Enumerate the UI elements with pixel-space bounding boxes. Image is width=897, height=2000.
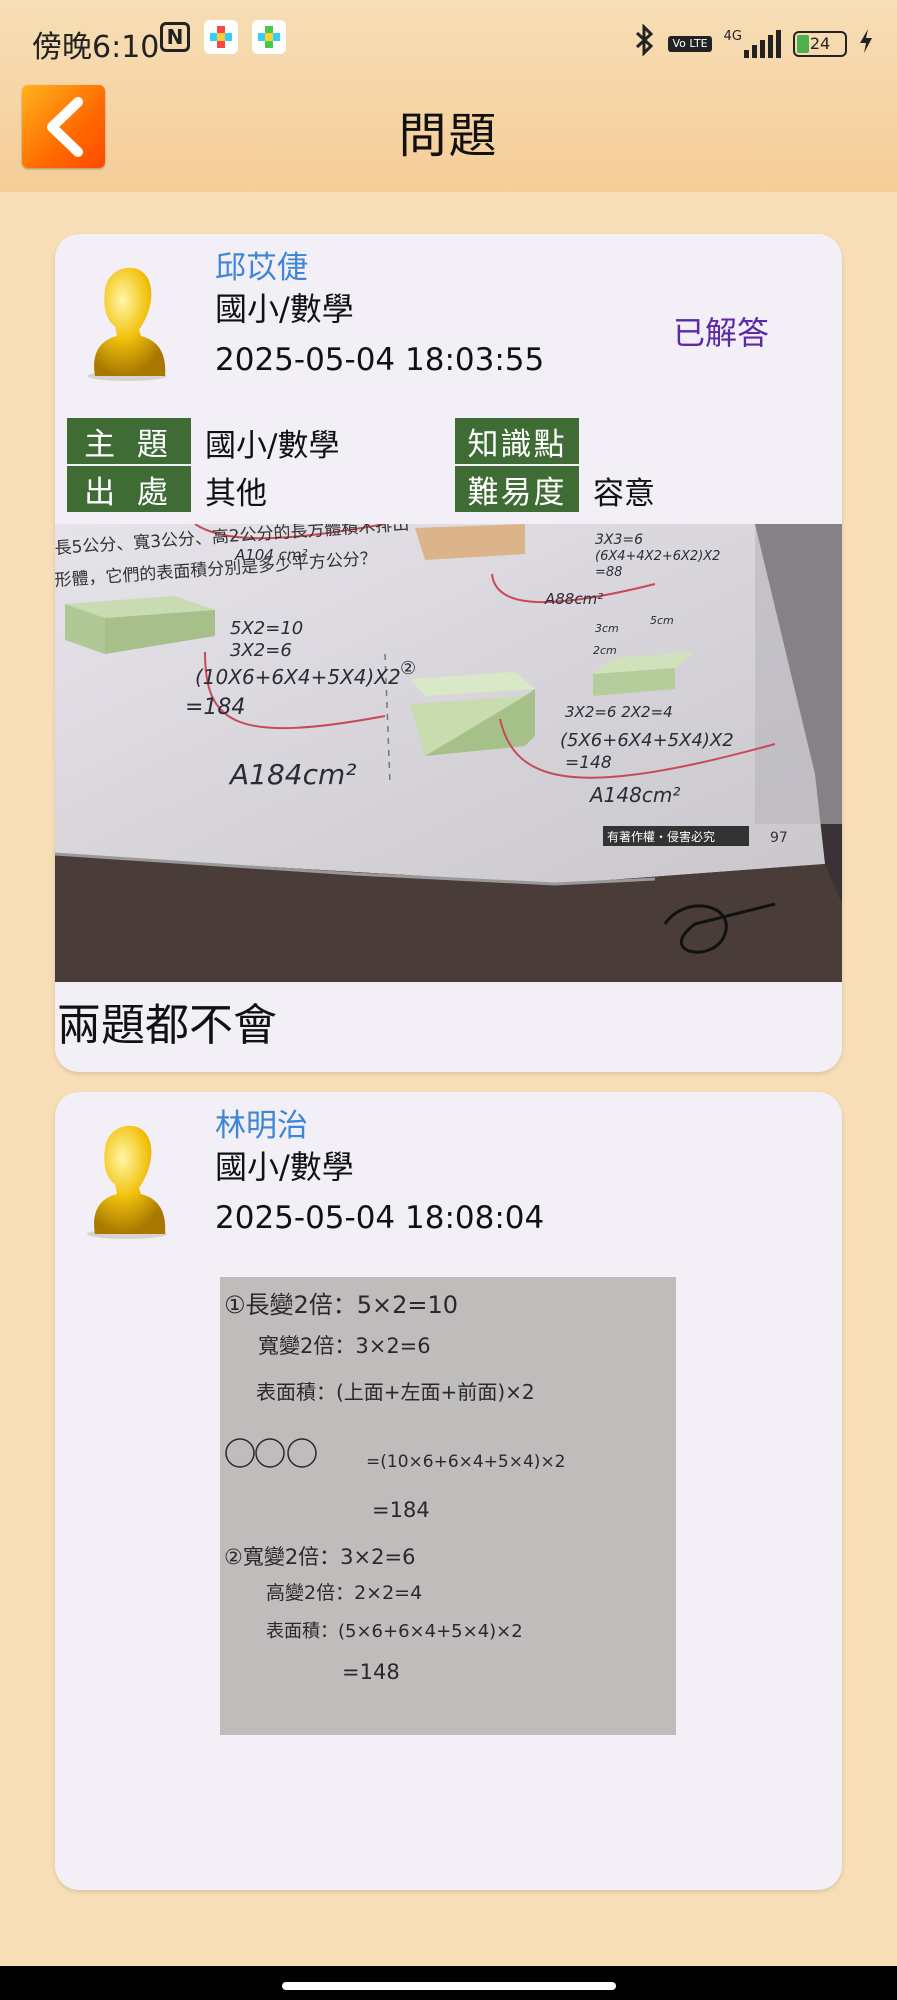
photo-handwriting: 表面積：(上面+左面+前面)×2 xyxy=(256,1380,535,1404)
photo-dimension: 2cm xyxy=(593,644,617,657)
bluetooth-icon xyxy=(634,23,656,63)
question-photo[interactable]: 長5公分、寬3公分、高2公分的長方體積木排出 形體，它們的表面積分別是多少平方公… xyxy=(55,524,842,982)
photo-handwriting: 3X3=6 xyxy=(595,532,643,548)
page-title: 問題 xyxy=(398,108,499,164)
source-tag-label: 出 處 xyxy=(67,466,191,512)
battery-icon: 24 xyxy=(793,30,847,57)
system-status-icons: Vo LTE 4G 24 xyxy=(634,23,873,63)
question-card[interactable]: 邱苡倢 國小/數學 2025-05-04 18:03:55 已解答 主 題 國小… xyxy=(55,234,842,1072)
photo-handwriting: =184 xyxy=(185,695,245,720)
photo-handwriting: ①長變2倍：5×2=10 xyxy=(224,1291,458,1319)
header-bar: 傍晚6:10 N Vo LTE 4G 24 問題 xyxy=(0,0,897,192)
network-type: 4G xyxy=(723,29,742,44)
notification-icons: N xyxy=(160,20,286,54)
photo-handwriting: (10X6+6X4+5X4)X2 xyxy=(195,665,401,689)
photo-handwriting: 3X2=6 2X2=4 xyxy=(565,703,673,721)
system-nav-bar xyxy=(0,1966,897,2000)
nfc-icon: N xyxy=(160,22,190,52)
subject: 國小/數學 xyxy=(215,290,354,328)
photo-handwriting: 高變2倍：2×2=4 xyxy=(266,1582,422,1604)
charging-icon xyxy=(859,28,873,59)
photo-handwriting: A184cm² xyxy=(228,758,357,791)
volte-icon: Vo LTE xyxy=(668,35,712,52)
photo-handwriting: =(10×6+6×4+5×4)×2 xyxy=(366,1452,566,1472)
author-name[interactable]: 林明治 xyxy=(215,1100,308,1145)
photo-handwriting: ②寬變2倍：3×2=6 xyxy=(224,1545,415,1569)
difficulty-tag-label: 難易度 xyxy=(455,466,579,512)
battery-level: 24 xyxy=(809,33,831,53)
photo-handwriting: 3X2=6 xyxy=(230,640,292,661)
photo-copyright: 有著作權・侵害必究 xyxy=(607,829,715,844)
photo-handwriting: =148 xyxy=(342,1660,400,1684)
app-notification-icon xyxy=(252,20,286,54)
topic-tag-value: 國小/數學 xyxy=(205,428,340,464)
photo-page-number: 97 xyxy=(770,830,788,846)
photo-handwriting: 寬變2倍：3×2=6 xyxy=(258,1334,431,1358)
photo-handwriting: A88cm² xyxy=(544,590,603,608)
home-indicator[interactable] xyxy=(282,1982,616,1990)
avatar xyxy=(87,1125,167,1239)
post-datetime: 2025-05-04 18:03:55 xyxy=(215,342,545,378)
post-datetime: 2025-05-04 18:08:04 xyxy=(215,1200,545,1236)
app-notification-icon xyxy=(204,20,238,54)
question-text: 兩題都不會 xyxy=(57,1000,277,1051)
photo-dimension: 5cm xyxy=(650,614,674,627)
photo-handwriting: (5X6+6X4+5X4)X2 xyxy=(560,730,734,751)
difficulty-tag-value: 容意 xyxy=(593,476,655,512)
photo-handwriting: A104 cm² xyxy=(234,546,308,564)
photo-handwriting: 表面積：(5×6+6×4+5×4)×2 xyxy=(266,1621,523,1642)
status-time: 傍晚6:10 xyxy=(32,30,160,65)
subject: 國小/數學 xyxy=(215,1148,354,1186)
photo-handwriting: ② xyxy=(400,658,416,679)
photo-dimension: 3cm xyxy=(595,622,619,635)
question-photo[interactable]: ①長變2倍：5×2=10 寬變2倍：3×2=6 表面積：(上面+左面+前面)×2… xyxy=(220,1277,676,1735)
signal-icon: 4G xyxy=(724,29,781,58)
photo-handwriting: =148 xyxy=(565,753,612,773)
question-card[interactable]: 林明治 國小/數學 2025-05-04 18:08:04 ①長變2倍：5×2=… xyxy=(55,1092,842,1890)
photo-handwriting: =88 xyxy=(595,565,622,580)
photo-handwriting: =184 xyxy=(372,1498,430,1522)
source-tag-value: 其他 xyxy=(205,476,267,512)
photo-handwriting: (6X4+4X2+6X2)X2 xyxy=(595,549,720,564)
topic-tag-label: 主 題 xyxy=(67,418,191,464)
status-badge: 已解答 xyxy=(673,314,770,352)
photo-handwriting: 5X2=10 xyxy=(230,618,303,639)
photo-handwriting: A148cm² xyxy=(588,783,680,807)
avatar xyxy=(87,267,167,381)
knowledge-tag-label: 知識點 xyxy=(455,418,579,464)
author-name[interactable]: 邱苡倢 xyxy=(215,242,308,287)
